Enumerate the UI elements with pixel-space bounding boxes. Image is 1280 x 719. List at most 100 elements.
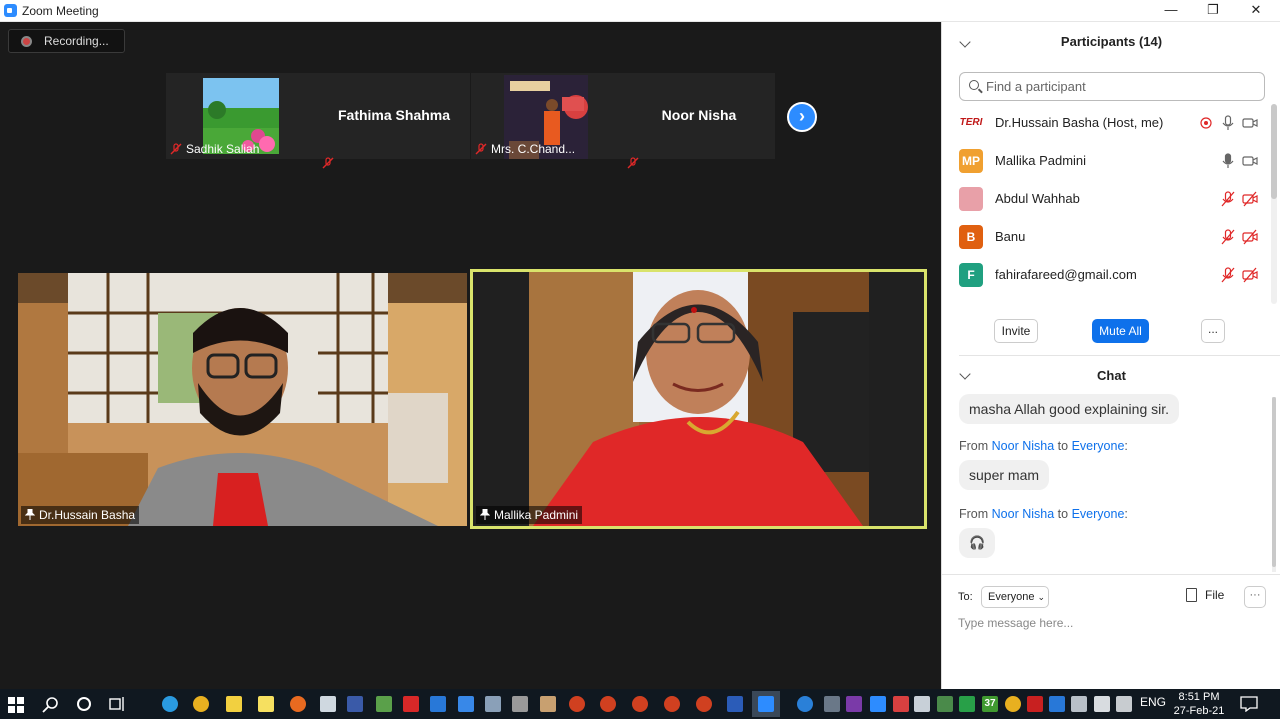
mic-muted-icon[interactable] xyxy=(1220,267,1236,283)
file-icon xyxy=(1186,588,1197,602)
app-tray-icon[interactable] xyxy=(893,696,909,712)
video-caption: Mallika Padmini xyxy=(476,506,583,524)
firefox-icon[interactable] xyxy=(290,696,306,712)
chat-sender[interactable]: Noor Nisha xyxy=(992,439,1055,453)
powerpoint-icon[interactable] xyxy=(632,696,648,712)
mic-muted-icon[interactable] xyxy=(1220,229,1236,245)
pin-icon xyxy=(25,509,35,520)
powerpoint-icon[interactable] xyxy=(569,696,585,712)
chat-sender[interactable]: Noor Nisha xyxy=(992,507,1055,521)
chrome-tray-icon[interactable] xyxy=(1005,696,1021,712)
chat-recipient[interactable]: Everyone xyxy=(1072,439,1125,453)
more-options-button[interactable]: ... xyxy=(1201,319,1225,343)
calendar-icon[interactable] xyxy=(458,696,474,712)
network-icon[interactable] xyxy=(1071,696,1087,712)
help-icon[interactable] xyxy=(797,696,813,712)
powerpoint-icon[interactable] xyxy=(664,696,680,712)
scrollbar-thumb[interactable] xyxy=(1272,397,1276,567)
windows-start-icon[interactable] xyxy=(8,697,24,713)
video-tile-hussain[interactable]: Dr.Hussain Basha xyxy=(18,273,467,526)
cortana-icon[interactable] xyxy=(76,696,92,712)
participant-row[interactable]: B Banu xyxy=(942,218,1267,256)
app-tray-icon[interactable] xyxy=(1027,696,1043,712)
participant-row[interactable]: TERI Dr.Hussain Basha (Host, me) xyxy=(942,104,1267,142)
onenote-icon[interactable] xyxy=(846,696,862,712)
recording-indicator[interactable]: Recording... xyxy=(8,29,125,53)
file-button[interactable]: File xyxy=(1186,588,1224,602)
app-icon[interactable] xyxy=(485,696,501,712)
notification-icon[interactable] xyxy=(1240,696,1258,712)
zoom-tray-icon[interactable] xyxy=(870,696,886,712)
zoom-logo-icon xyxy=(4,4,17,17)
mic-icon[interactable] xyxy=(1220,153,1236,169)
chat-input[interactable]: Type message here... xyxy=(958,616,1073,630)
thumbnail-fathima[interactable]: Fathima Shahma xyxy=(318,73,470,169)
side-panel: Participants (14) Find a participant TER… xyxy=(941,22,1280,689)
participant-search-input[interactable]: Find a participant xyxy=(959,72,1265,101)
zoom-taskbar-button[interactable] xyxy=(752,691,780,717)
next-page-button[interactable]: › xyxy=(787,102,817,132)
chat-message: 🎧 xyxy=(959,528,996,558)
mic-icon[interactable] xyxy=(1220,115,1236,131)
scrollbar-thumb[interactable] xyxy=(1271,104,1277,199)
thumbnail-sadhik[interactable]: Sadhik Saliah xyxy=(166,73,318,159)
powerpoint-icon[interactable] xyxy=(600,696,616,712)
search-icon[interactable] xyxy=(42,696,59,713)
app-tray-icon[interactable] xyxy=(959,696,975,712)
powerpoint-icon[interactable] xyxy=(696,696,712,712)
chrome-icon[interactable] xyxy=(193,696,209,712)
task-view-icon[interactable] xyxy=(109,696,126,712)
volume-icon[interactable] xyxy=(1116,696,1132,712)
meet-now-icon[interactable] xyxy=(824,696,840,712)
chat-sender-line: From Noor Nisha to Everyone: xyxy=(959,439,1128,453)
participant-row[interactable]: MP Mallika Padmini xyxy=(942,142,1267,180)
chat-scrollbar[interactable] xyxy=(1272,397,1276,572)
video-off-icon[interactable] xyxy=(1242,229,1258,245)
recipient-select[interactable]: Everyone ⌄ xyxy=(981,586,1049,608)
edge-icon[interactable] xyxy=(162,696,178,712)
video-tile-mallika[interactable]: Mallika Padmini xyxy=(470,269,927,529)
participants-scrollbar[interactable] xyxy=(1271,104,1277,304)
participant-row[interactable]: F fahirafareed@gmail.com xyxy=(942,256,1267,294)
thumbnail-noor[interactable]: Noor Nisha xyxy=(623,73,775,169)
pin-icon xyxy=(480,509,490,520)
chat-more-button[interactable]: ··· xyxy=(1244,586,1266,608)
from-word: From xyxy=(959,507,989,521)
maximize-button[interactable]: ❐ xyxy=(1192,0,1234,22)
battery-icon[interactable] xyxy=(1094,696,1110,712)
thumbnail-name: Fathima Shahma xyxy=(337,107,451,123)
word-icon[interactable] xyxy=(727,696,743,712)
video-off-icon[interactable] xyxy=(1242,191,1258,207)
mute-all-button[interactable]: Mute All xyxy=(1092,319,1149,343)
store-icon[interactable] xyxy=(320,696,336,712)
bluetooth-icon[interactable] xyxy=(1049,696,1065,712)
download-icon[interactable] xyxy=(403,696,419,712)
mail-icon[interactable] xyxy=(430,696,446,712)
app-tray-icon[interactable] xyxy=(937,696,953,712)
mic-tray-icon[interactable] xyxy=(914,696,930,712)
chat-recipient[interactable]: Everyone xyxy=(1072,507,1125,521)
dropbox-icon[interactable] xyxy=(347,696,363,712)
wordpad-icon[interactable] xyxy=(512,696,528,712)
thumbnail-chand[interactable]: Mrs. C.Chand... xyxy=(471,73,623,159)
mic-muted-icon xyxy=(170,143,182,155)
participant-row[interactable]: Abdul Wahhab xyxy=(942,180,1267,218)
close-button[interactable]: ✕ xyxy=(1235,0,1277,22)
video-camera-icon[interactable] xyxy=(1242,115,1258,131)
file-explorer-icon[interactable] xyxy=(226,696,242,712)
language-indicator[interactable]: ENG xyxy=(1140,695,1166,709)
minimize-button[interactable]: — xyxy=(1150,0,1192,22)
system-clock[interactable]: 8:51 PM 27-Feb-21 xyxy=(1166,690,1232,718)
chat-sender-line: From Noor Nisha to Everyone: xyxy=(959,507,1128,521)
photos-icon[interactable] xyxy=(376,696,392,712)
video-camera-icon[interactable] xyxy=(1242,153,1258,169)
participant-name: Banu xyxy=(995,229,1026,244)
avatar: TERI xyxy=(959,111,983,135)
invite-button[interactable]: Invite xyxy=(994,319,1038,343)
video-off-icon[interactable] xyxy=(1242,267,1258,283)
app-icon[interactable] xyxy=(540,696,556,712)
mic-muted-icon[interactable] xyxy=(1220,191,1236,207)
badge-icon[interactable]: 37 xyxy=(982,696,998,712)
window-title: Zoom Meeting xyxy=(22,4,99,18)
sticky-notes-icon[interactable] xyxy=(258,696,274,712)
